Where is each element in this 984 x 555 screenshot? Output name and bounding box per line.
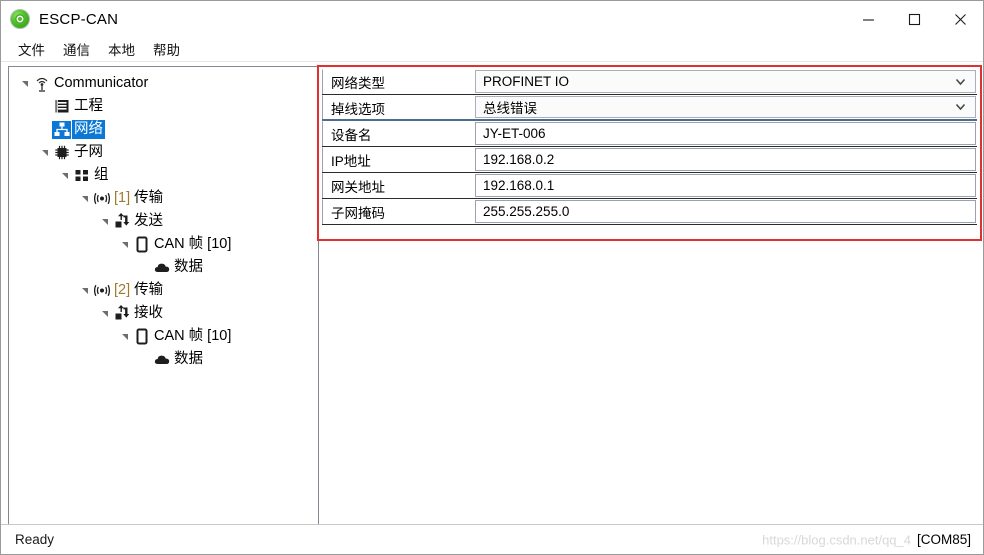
expand-toggle-icon[interactable] [57,171,72,181]
chevron-down-icon[interactable] [955,102,966,113]
tree-node[interactable]: 接收 [9,302,318,325]
form-label-ip-address: IP地址 [322,147,475,172]
minimize-button[interactable] [845,1,891,37]
tree-node-label: [1] 传输 [114,190,164,206]
tree-node-label: 数据 [174,259,203,275]
tree-node[interactable]: 组 [9,164,318,187]
tree-node[interactable]: CAN 帧 [10] [9,233,318,256]
tree-node[interactable]: 工程 [9,95,318,118]
window-controls [845,1,983,37]
tree-node[interactable]: [2] 传输 [9,279,318,302]
form-row-offline-option: 掉线选项 总线错误 [322,95,977,121]
cloud-icon [152,351,171,369]
expand-toggle-icon[interactable] [77,286,92,296]
form-input-subnet-mask[interactable]: 255.255.255.0 [475,200,976,223]
chip-icon [52,144,71,162]
app-icon [10,9,30,29]
form-value-offline-option: 总线错误 [483,101,537,116]
tree-node[interactable]: 数据 [9,256,318,279]
tree-node-label: 数据 [174,351,203,367]
form-input-device-name[interactable]: JY-ET-006 [475,122,976,145]
application-window: ESCP-CAN 文件 通信 本地 帮助 Communicator 工程网络子网组… [0,0,984,555]
tree-node[interactable]: 数据 [9,348,318,371]
expand-toggle-icon[interactable] [37,148,52,158]
form-row-network-type: 网络类型 PROFINET IO [322,69,977,95]
tree-panel[interactable]: Communicator 工程网络子网组 [1] 传输发送 CAN 帧 [10] 数据 [… [8,66,319,524]
tree-node-label: 发送 [134,213,163,229]
expand-toggle-icon[interactable] [97,217,112,227]
form-spacer [322,225,977,236]
antenna-icon [32,75,51,93]
tree-view: Communicator 工程网络子网组 [1] 传输发送 CAN 帧 [10] 数据 [… [9,67,318,371]
tree-node-label: [2] 传输 [114,282,164,298]
expand-toggle-icon[interactable] [97,309,112,319]
form-row-ip-address: IP地址 192.168.0.2 [322,147,977,173]
form-row-subnet-mask: 子网掩码 255.255.255.0 [322,199,977,225]
chevron-down-icon[interactable] [955,76,966,87]
form-input-gateway-address[interactable]: 192.168.0.1 [475,174,976,197]
tree-node-label: 网络 [72,120,105,139]
tree-node[interactable]: 子网 [9,141,318,164]
form-select-offline-option[interactable]: 总线错误 [475,96,976,118]
tree-node-label: Communicator [54,75,149,91]
form-label-offline-option: 掉线选项 [322,95,475,119]
form-label-subnet-mask: 子网掩码 [322,199,475,224]
tree-node-label: 工程 [74,98,103,114]
menu-bar: 文件 通信 本地 帮助 [1,37,983,62]
frame-icon [132,328,151,346]
frame-icon [132,236,151,254]
settings-form: 网络类型 PROFINET IO 掉线选项 总线错误 设备名 JY-ET-006 IP地址 1… [322,69,977,236]
tree-node[interactable]: CAN 帧 [10] [9,325,318,348]
tree-node[interactable]: 网络 [9,118,318,141]
close-button[interactable] [937,1,983,37]
group-grid-icon [72,167,91,185]
network-icon [52,120,71,139]
cloud-icon [152,259,171,277]
form-value-device-name: JY-ET-006 [483,126,546,141]
form-row-device-name: 设备名 JY-ET-006 [322,121,977,147]
form-value-gateway-address: 192.168.0.1 [483,178,555,193]
status-text: Ready [15,532,55,547]
tree-node-label: CAN 帧 [10] [154,236,232,252]
status-bar: Ready https://blog.csdn.net/qq_4 [COM85] [1,524,983,554]
broadcast-icon [92,282,111,300]
tree-node-label: 组 [94,167,109,183]
form-value-subnet-mask: 255.255.255.0 [483,204,570,219]
form-row-gateway-address: 网关地址 192.168.0.1 [322,173,977,199]
broadcast-icon [92,190,111,208]
form-label-device-name: 设备名 [322,121,475,146]
main-content: Communicator 工程网络子网组 [1] 传输发送 CAN 帧 [10] 数据 [… [1,62,983,524]
expand-toggle-icon[interactable] [77,194,92,204]
form-value-ip-address: 192.168.0.2 [483,152,555,167]
form-label-network-type: 网络类型 [322,69,475,94]
tree-node-label: 接收 [134,305,163,321]
title-bar: ESCP-CAN [1,1,983,37]
com-port-indicator: [COM85] [916,532,971,547]
menu-communication[interactable]: 通信 [54,36,99,62]
form-select-network-type[interactable]: PROFINET IO [475,70,976,93]
expand-toggle-icon[interactable] [17,79,32,89]
tree-node-label: CAN 帧 [10] [154,328,232,344]
network-settings-panel: 网络类型 PROFINET IO 掉线选项 总线错误 设备名 JY-ET-006 IP地址 1… [317,65,982,241]
window-title: ESCP-CAN [39,10,119,28]
expand-toggle-icon[interactable] [117,240,132,250]
watermark-text: https://blog.csdn.net/qq_4 [762,532,911,547]
tree-node[interactable]: [1] 传输 [9,187,318,210]
expand-toggle-icon[interactable] [117,332,132,342]
menu-file[interactable]: 文件 [9,36,54,62]
form-input-ip-address[interactable]: 192.168.0.2 [475,148,976,171]
form-label-gateway-address: 网关地址 [322,173,475,198]
tree-node-label: 子网 [74,144,103,160]
menu-local[interactable]: 本地 [99,36,144,62]
tree-node[interactable]: Communicator [9,72,318,95]
tree-node[interactable]: 发送 [9,210,318,233]
menu-help[interactable]: 帮助 [144,36,189,62]
project-icon [52,98,71,116]
transfer-icon [112,305,131,323]
maximize-button[interactable] [891,1,937,37]
transfer-icon [112,213,131,231]
form-value-network-type: PROFINET IO [483,74,570,89]
